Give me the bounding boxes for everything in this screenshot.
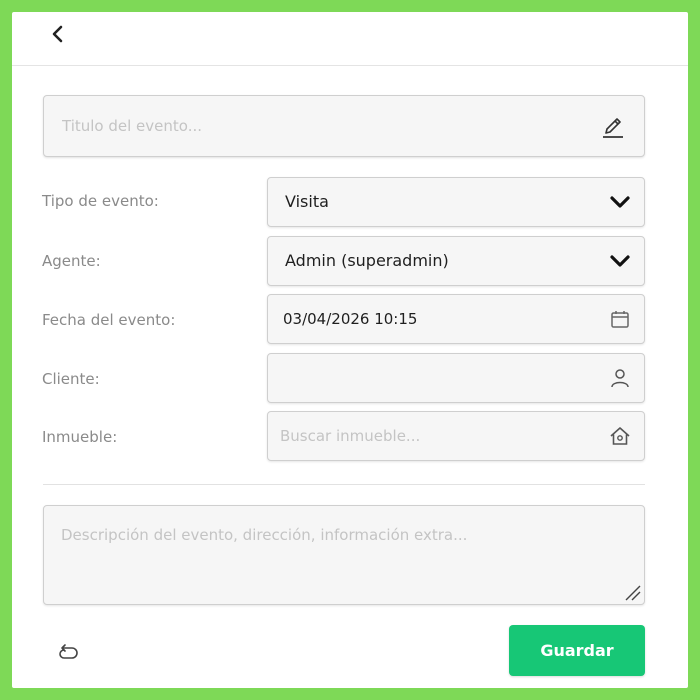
back-button[interactable] (44, 20, 72, 48)
pencil-icon (603, 118, 623, 138)
event-type-label: Tipo de evento: (42, 192, 159, 210)
event-type-select[interactable]: Visita (267, 177, 645, 227)
divider (43, 484, 645, 485)
client-input[interactable] (268, 354, 588, 402)
property-field[interactable] (267, 411, 645, 461)
home-icon (610, 427, 630, 445)
reset-icon (59, 644, 78, 659)
property-search-input[interactable] (268, 412, 588, 460)
chevron-down-icon (610, 255, 630, 267)
date-value: 03/04/2026 10:15 (283, 310, 418, 328)
chevron-left-icon (52, 25, 63, 43)
resize-grip-icon[interactable] (620, 580, 642, 602)
description-field[interactable] (43, 505, 645, 605)
event-form-panel: Tipo de evento: Visita Agente: Admin (su… (12, 12, 688, 688)
date-label: Fecha del evento: (42, 311, 176, 329)
client-label: Cliente: (42, 370, 100, 388)
chevron-down-icon (610, 196, 630, 208)
agent-label: Agente: (42, 252, 101, 270)
client-field[interactable] (267, 353, 645, 403)
event-title-input[interactable] (44, 96, 584, 156)
user-icon (611, 369, 629, 388)
event-type-value: Visita (285, 192, 329, 211)
header (12, 12, 688, 66)
calendar-icon[interactable] (608, 307, 632, 331)
save-button[interactable]: Guardar (509, 625, 645, 676)
agent-value: Admin (superadmin) (285, 251, 449, 270)
reset-button[interactable] (54, 640, 82, 662)
description-textarea[interactable] (44, 506, 644, 604)
property-label: Inmueble: (42, 428, 118, 446)
agent-select[interactable]: Admin (superadmin) (267, 236, 645, 286)
event-title-field[interactable] (43, 95, 645, 157)
date-field[interactable]: 03/04/2026 10:15 (267, 294, 645, 344)
